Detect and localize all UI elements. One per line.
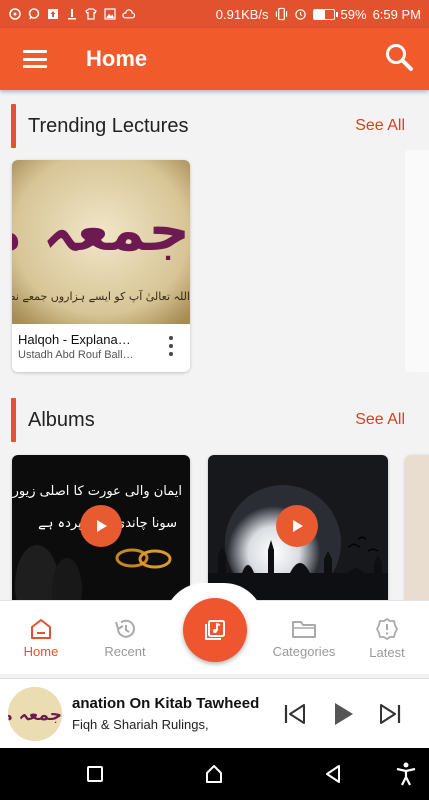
play-button[interactable] [328, 699, 358, 729]
section-accent-bar [11, 104, 16, 148]
home-circle-icon [206, 765, 222, 783]
nav-recent[interactable]: Recent [85, 601, 165, 675]
status-left-icons [8, 8, 135, 21]
nav-latest[interactable]: Latest [347, 601, 427, 675]
folder-icon [292, 620, 316, 638]
recents-button[interactable] [81, 760, 109, 788]
nav-home-label: Home [23, 643, 59, 659]
whatsapp-icon [8, 8, 21, 21]
screen: 0.91KB/s 59% 6:59 PM Home Trending Lectu… [0, 0, 429, 800]
section-accent-bar [11, 398, 16, 442]
play-icon [335, 703, 353, 725]
status-bar: 0.91KB/s 59% 6:59 PM [0, 0, 429, 28]
chat-icon [27, 8, 40, 21]
album-play-button[interactable] [80, 505, 122, 547]
alert-badge-icon [376, 617, 398, 640]
thumb-urdu-caption: اللہ تعالیٰ آپ کو ایسے ہزاروں جمعے نصیب … [12, 289, 190, 303]
playlist-fab-button[interactable] [183, 598, 247, 662]
lecture-thumbnail: جمعہ مبارک اللہ تعالیٰ آپ کو ایسے ہزاروں… [12, 160, 190, 324]
app-bar: Home [0, 28, 429, 90]
system-home-button[interactable] [200, 760, 228, 788]
next-button[interactable] [375, 699, 405, 729]
notification-icon [65, 8, 78, 21]
page-title: Home [86, 46, 148, 71]
mini-player[interactable]: جمعہ مبارک anation On Kitab Tawheed Fiqh… [0, 678, 429, 748]
search-icon [384, 42, 414, 77]
cloud-icon [122, 8, 135, 21]
accessibility-icon [396, 762, 416, 786]
play-icon [97, 520, 107, 532]
search-button[interactable] [369, 28, 429, 90]
shirt-icon [84, 8, 97, 21]
trending-section-title: Trending Lectures [28, 114, 189, 137]
albums-section-header: Albums See All [0, 396, 429, 444]
album-thumb-text: ایمان والی عورت کا اصلی زیور [12, 484, 182, 499]
nav-latest-label: Latest [369, 644, 405, 660]
previous-button[interactable] [280, 699, 310, 729]
lecture-card-partial[interactable] [405, 150, 429, 372]
playlist-icon [205, 620, 225, 640]
recents-square-icon [87, 766, 103, 782]
upload-icon [46, 8, 59, 21]
mini-player-artwork: جمعہ مبارک [8, 687, 62, 741]
album-card-partial[interactable] [405, 455, 429, 605]
more-options-icon[interactable] [166, 336, 176, 356]
history-icon [115, 619, 135, 638]
album-play-button[interactable] [276, 505, 318, 547]
status-right: 0.91KB/s 59% 6:59 PM [216, 7, 421, 22]
play-icon [293, 520, 303, 532]
battery-percent: 59% [340, 6, 367, 22]
hamburger-icon [23, 50, 47, 68]
skip-previous-icon [284, 704, 305, 724]
trending-see-all-link[interactable]: See All [355, 117, 405, 135]
now-playing-subtitle: Fiqh & Shariah Rulings, [72, 717, 209, 732]
clock: 6:59 PM [372, 6, 421, 22]
home-icon [31, 618, 51, 639]
nav-recent-label: Recent [104, 643, 146, 659]
nav-categories-label: Categories [272, 643, 336, 659]
albums-see-all-link[interactable]: See All [355, 411, 405, 429]
album-card[interactable]: ایمان والی عورت کا اصلی زیور سونا چاندی … [12, 455, 190, 605]
accessibility-button[interactable] [392, 760, 420, 788]
nav-categories[interactable]: Categories [264, 601, 344, 675]
now-playing-title: anation On Kitab Tawheed [72, 695, 260, 712]
mini-art-text: جمعہ مبارک [8, 705, 62, 725]
trending-section-header: Trending Lectures See All [0, 102, 429, 150]
albums-section-title: Albums [28, 408, 95, 431]
thumb-urdu-title: جمعہ مبارک [12, 196, 190, 264]
lecture-title: Halqoh - Explana… [18, 332, 131, 347]
nav-home[interactable]: Home [1, 601, 81, 675]
lecture-speaker: Ustadh Abd Rouf Ball… [18, 349, 134, 361]
menu-button[interactable] [0, 28, 70, 90]
vibrate-icon [275, 7, 288, 21]
system-navigation-bar [0, 748, 429, 800]
lecture-card[interactable]: جمعہ مبارک اللہ تعالیٰ آپ کو ایسے ہزاروں… [12, 160, 190, 372]
network-speed: 0.91KB/s [215, 6, 269, 22]
skip-next-icon [380, 704, 401, 724]
system-back-button[interactable] [319, 760, 347, 788]
alarm-icon [294, 8, 307, 21]
back-triangle-icon [326, 765, 340, 783]
album-card[interactable] [208, 455, 388, 605]
battery-icon [312, 8, 338, 20]
battery-level [313, 9, 326, 19]
image-icon [103, 8, 116, 21]
